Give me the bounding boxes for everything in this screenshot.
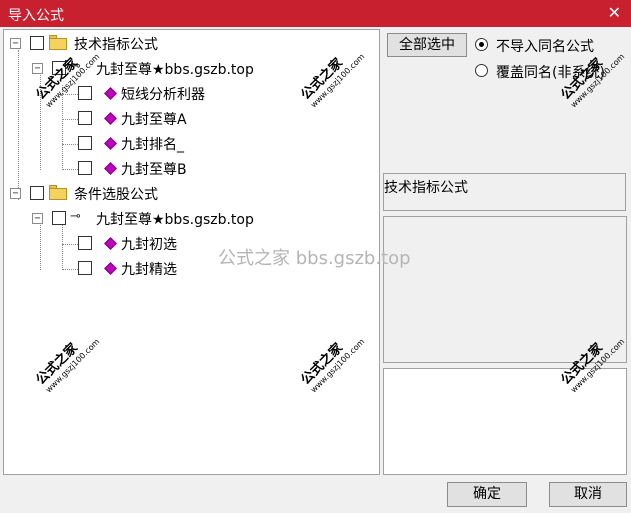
gem-icon — [104, 237, 117, 250]
tree-node-stock-screening[interactable]: − 条件选股公式 — [4, 183, 204, 205]
collapse-icon[interactable]: − — [10, 188, 21, 199]
close-icon[interactable]: ✕ — [608, 3, 621, 22]
gem-icon — [104, 262, 117, 275]
gem-icon — [104, 162, 117, 175]
ok-button[interactable]: 确定 — [447, 482, 527, 507]
checkbox[interactable] — [52, 211, 66, 225]
tree-node-label: 九封至尊B — [121, 162, 187, 178]
category-text: 技术指标公式 — [384, 180, 468, 196]
cancel-button[interactable]: 取消 — [549, 482, 627, 507]
collapse-icon[interactable]: − — [32, 213, 43, 224]
gem-icon — [104, 137, 117, 150]
checkbox[interactable] — [78, 261, 92, 275]
detail-panel — [383, 368, 627, 475]
tree-node-label: 九封至尊★bbs.gszb.top — [96, 212, 254, 228]
folder-icon — [49, 35, 67, 50]
tree-node-label: 九封精选 — [121, 262, 177, 278]
tree-node-group[interactable]: − ⊸ 九封至尊★bbs.gszb.top — [4, 208, 284, 230]
collapse-icon[interactable]: − — [32, 63, 43, 74]
tree-node-label: 条件选股公式 — [74, 187, 158, 203]
tree-leaf[interactable]: 九封精选 — [4, 258, 224, 280]
tree-node-label: 九封至尊A — [121, 112, 187, 128]
title-bar: 导入公式 ✕ — [0, 0, 631, 27]
tree-leaf[interactable]: 九封初选 — [4, 233, 224, 255]
checkbox[interactable] — [78, 161, 92, 175]
checkbox[interactable] — [78, 236, 92, 250]
checkbox[interactable] — [78, 111, 92, 125]
tree-node-label: 九封排名_ — [121, 137, 184, 153]
gem-icon — [104, 112, 117, 125]
radio-no-import-label: 不导入同名公式 — [496, 39, 594, 55]
tree-node-tech-indicators[interactable]: − 技术指标公式 — [4, 33, 204, 55]
window-title: 导入公式 — [8, 8, 64, 24]
tree-node-label: 九封至尊★bbs.gszb.top — [96, 62, 254, 78]
tree-node-label: 九封初选 — [121, 237, 177, 253]
checkbox[interactable] — [30, 36, 44, 50]
checkbox[interactable] — [30, 186, 44, 200]
radio-no-import[interactable] — [475, 38, 488, 51]
tree-leaf[interactable]: 九封至尊A — [4, 108, 224, 130]
tree-leaf[interactable]: 九封排名_ — [4, 133, 224, 155]
radio-overwrite[interactable] — [475, 64, 488, 77]
tree-leaf[interactable]: 九封至尊B — [4, 158, 224, 180]
checkbox[interactable] — [78, 136, 92, 150]
key-icon: ⊸ — [70, 209, 81, 224]
select-all-button[interactable]: 全部选中 — [387, 33, 467, 57]
collapse-icon[interactable]: − — [10, 38, 21, 49]
tree-node-label: 短线分析利器 — [121, 87, 205, 103]
gem-icon — [104, 87, 117, 100]
checkbox[interactable] — [78, 86, 92, 100]
watermark-center: 公式之家 bbs.gszb.top — [218, 248, 411, 269]
folder-icon — [49, 185, 67, 200]
